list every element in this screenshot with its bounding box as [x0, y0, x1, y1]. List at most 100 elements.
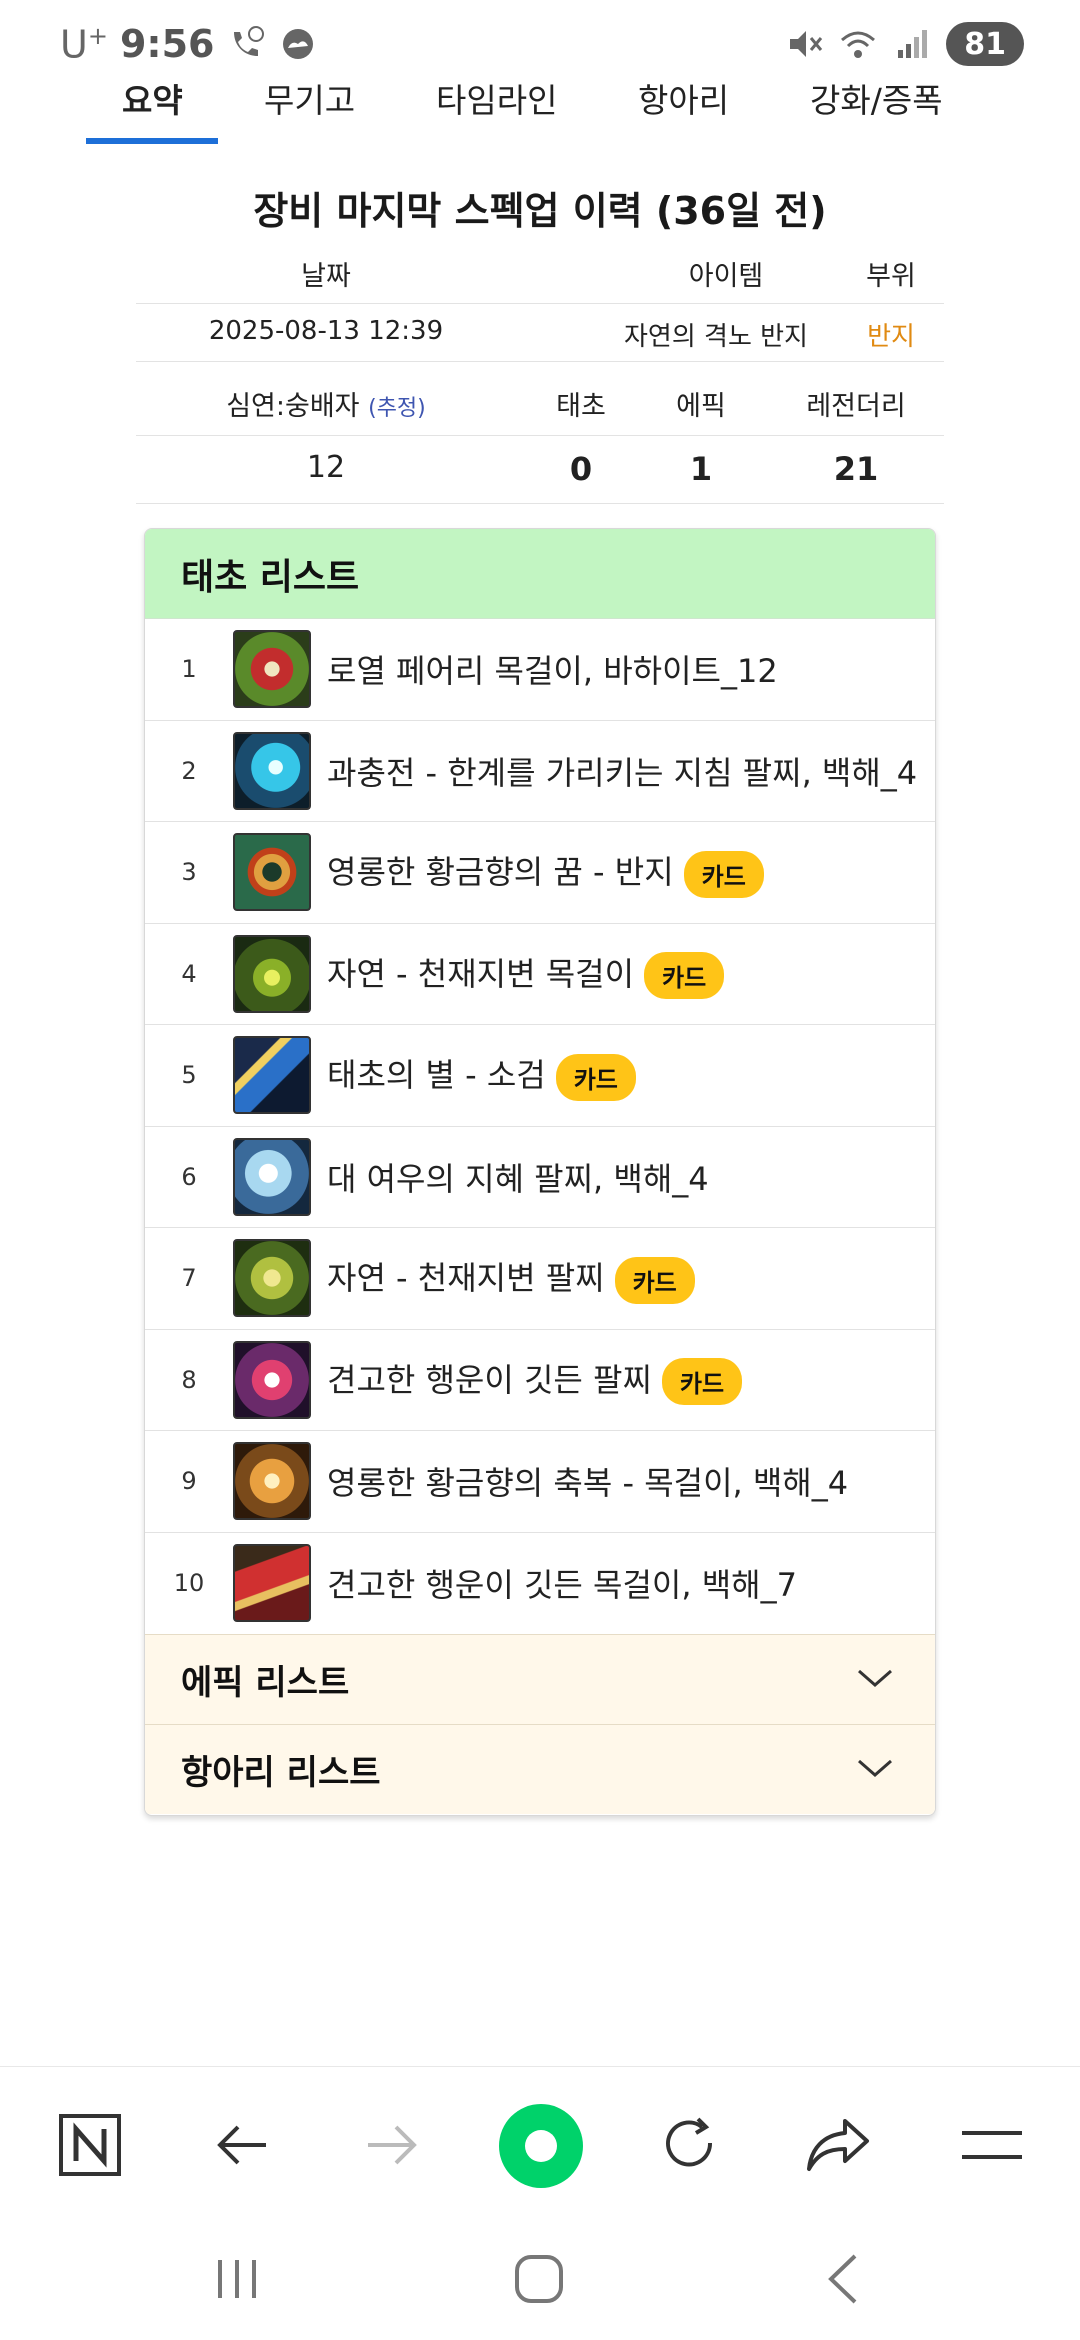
golden-necklace-icon: [233, 1442, 311, 1521]
header-depth: 심연:숭배자 (추정): [226, 391, 426, 422]
item-index: 8: [181, 1365, 197, 1394]
estimate-link[interactable]: (추정): [368, 396, 426, 421]
tab-summary[interactable]: 요약: [122, 68, 183, 148]
forward-button[interactable]: [354, 2107, 430, 2183]
nature-bracelet-icon: [233, 1239, 311, 1318]
item-name: 자연 - 천재지변 팔찌 카드: [327, 1253, 695, 1304]
item-index: 1: [181, 655, 197, 684]
list-item[interactable]: 3 영롱한 황금향의 꿈 - 반지 카드: [145, 822, 935, 924]
charged-bracelet-icon: [233, 731, 311, 810]
back-button[interactable]: [204, 2107, 280, 2183]
refresh-icon: [666, 2117, 713, 2167]
clock: 9:56: [119, 22, 215, 67]
item-index: 10: [173, 1569, 205, 1598]
item-name: 자연 - 천재지변 목걸이 카드: [327, 949, 725, 999]
recent-apps-icon: [218, 2260, 256, 2298]
naver-home-icon: [59, 2114, 121, 2176]
signal-icon: [898, 30, 928, 58]
tab-bar: 요약 무기고 타임라인 항아리 강화/증폭: [0, 68, 1080, 148]
weather-icon: [283, 29, 314, 60]
green-dot-button[interactable]: [496, 2101, 586, 2191]
list-item[interactable]: 6 대 여우의 지혜 팔찌, 백해_4: [145, 1127, 935, 1228]
header-item: 아이템: [688, 261, 764, 292]
list-item[interactable]: 4 자연 - 천재지변 목걸이 카드: [145, 924, 935, 1025]
list-item[interactable]: 7 자연 - 천재지변 팔찌 카드: [145, 1228, 935, 1330]
list-item[interactable]: 2 과충전 - 한계를 가리키는 지침 팔찌, 백해_4: [145, 721, 935, 822]
phone-who-icon: [234, 26, 265, 57]
item-index: 9: [181, 1467, 197, 1496]
list-item[interactable]: 8 견고한 행운이 깃든 팔찌 카드: [145, 1330, 935, 1431]
item-name: 태초의 별 - 소검 카드: [327, 1050, 636, 1101]
tab-jar[interactable]: 항아리: [638, 68, 729, 148]
nature-necklace-icon: [233, 934, 311, 1013]
menu-icon: [962, 2131, 1022, 2159]
header-date: 날짜: [301, 261, 351, 292]
header-epic: 에픽: [676, 391, 726, 422]
green-dot-icon: [499, 2104, 583, 2188]
status-left: U+ 9:56: [60, 22, 318, 67]
status-right: 81: [784, 22, 1024, 66]
tab-enhance[interactable]: 강화/증폭: [810, 68, 943, 148]
luck-necklace-icon: [233, 1544, 311, 1623]
stat-value-row: 12 0 1 21: [136, 436, 944, 504]
chevron-down-icon: [858, 1669, 892, 1687]
card-badge: 카드: [644, 952, 725, 999]
value-legendary: 21: [833, 450, 879, 488]
share-icon: [807, 2119, 869, 2171]
last-upgrade-date: 2025-08-13 12:39: [208, 316, 444, 346]
item-index: 7: [181, 1264, 197, 1293]
value-depth: 12: [306, 450, 346, 485]
last-upgrade-item[interactable]: 자연의 격노 반지: [566, 316, 866, 353]
value-epic: 1: [689, 450, 713, 488]
forward-arrow-icon: [368, 2125, 417, 2165]
summary-title: 장비 마지막 스펙업 이력 (36일 전): [253, 189, 827, 233]
item-index: 4: [181, 959, 197, 988]
epic-list-title: 에픽 리스트: [181, 1663, 350, 1703]
chevron-down-icon: [858, 1759, 892, 1777]
card-badge: 카드: [683, 850, 764, 898]
star-sword-icon: [233, 1036, 311, 1115]
wifi-icon: [841, 31, 876, 58]
active-tab-indicator: [86, 138, 218, 144]
item-index: 6: [181, 1162, 197, 1191]
browser-toolbar: [0, 2066, 1080, 2216]
list-item[interactable]: 1 로열 페어리 목걸이, 바하이트_12: [145, 619, 935, 721]
list-item[interactable]: 10 견고한 행운이 깃든 목걸이, 백해_7: [145, 1533, 935, 1635]
stat-header-row: 심연:숭배자 (추정) 태초 에픽 레전더리: [136, 362, 944, 436]
item-name: 대 여우의 지혜 팔찌, 백해_4: [327, 1159, 709, 1198]
primeval-list-title: 태초 리스트: [145, 529, 935, 619]
battery-indicator: 81: [946, 22, 1024, 66]
item-index: 2: [181, 756, 197, 785]
last-upgrade-slot: 반지: [867, 322, 915, 352]
header-legendary: 레전더리: [806, 391, 906, 422]
luck-bracelet-icon: [233, 1340, 311, 1419]
list-item[interactable]: 9 영롱한 황금향의 축복 - 목걸이, 백해_4: [145, 1431, 935, 1533]
tab-armory[interactable]: 무기고: [264, 68, 355, 148]
back-arrow-icon: [217, 2125, 266, 2165]
share-button[interactable]: [800, 2107, 876, 2183]
refresh-button[interactable]: [652, 2107, 728, 2183]
card-badge: 카드: [555, 1053, 636, 1101]
home-button[interactable]: [504, 2244, 574, 2314]
tab-timeline[interactable]: 타임라인: [436, 68, 557, 148]
back-icon: [828, 2254, 857, 2304]
item-name: 과충전 - 한계를 가리키는 지침 팔찌, 백해_4: [327, 753, 918, 792]
system-navigation-bar: [0, 2216, 1080, 2340]
item-index: 3: [181, 858, 197, 887]
item-name: 견고한 행운이 깃든 목걸이, 백해_7: [327, 1566, 797, 1605]
system-back-button[interactable]: [808, 2244, 878, 2314]
list-item[interactable]: 5 태초의 별 - 소검 카드: [145, 1025, 935, 1127]
recent-apps-button[interactable]: [202, 2244, 272, 2314]
card-badge: 카드: [661, 1358, 743, 1405]
jar-list-title: 항아리 리스트: [181, 1753, 381, 1793]
jar-list-toggle[interactable]: 항아리 리스트: [145, 1724, 935, 1814]
menu-button[interactable]: [954, 2107, 1030, 2183]
header-slot: 부위: [866, 261, 916, 292]
golden-ring-icon: [233, 833, 311, 912]
primeval-list-panel: 태초 리스트 1 로열 페어리 목걸이, 바하이트_12 2 과충전 - 한계를…: [144, 528, 936, 1816]
summary-header-row: 날짜 아이템 부위: [136, 250, 944, 304]
mute-icon: [790, 31, 823, 57]
naver-home-button[interactable]: [52, 2107, 128, 2183]
home-icon: [515, 2255, 563, 2303]
epic-list-toggle[interactable]: 에픽 리스트: [145, 1634, 935, 1724]
